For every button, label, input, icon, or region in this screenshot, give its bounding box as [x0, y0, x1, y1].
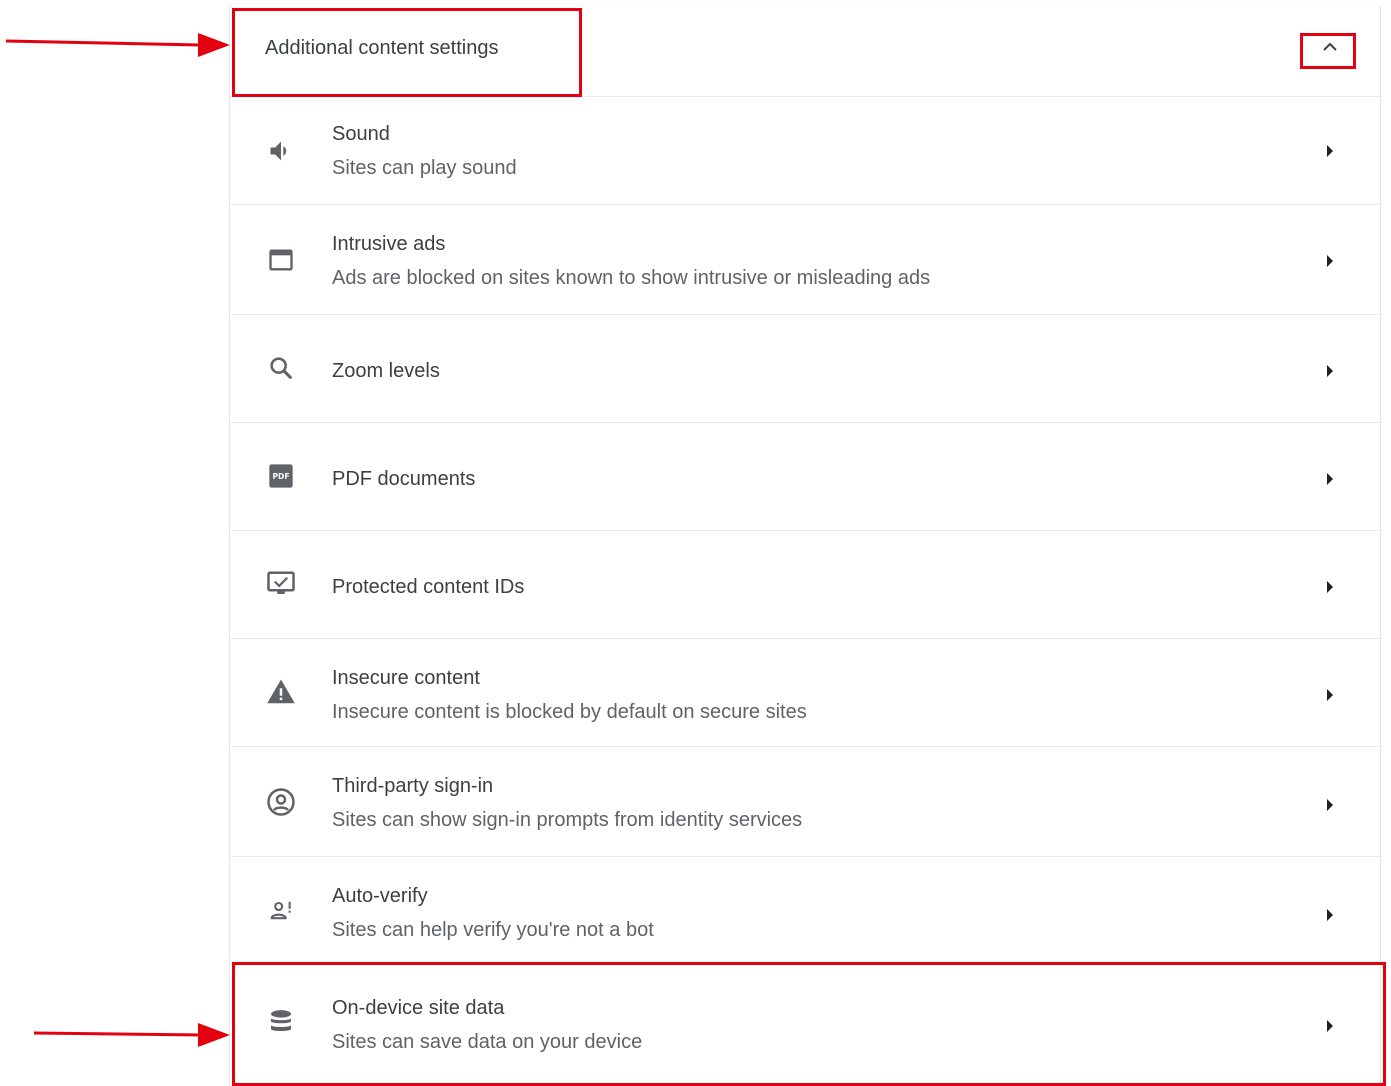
pdf-icon: PDF: [264, 459, 298, 493]
row-zoom-levels[interactable]: Zoom levels: [230, 314, 1380, 423]
row-label: PDF documents: [332, 468, 476, 490]
chevron-right-icon: [1318, 903, 1342, 927]
chevron-up-icon: [1323, 42, 1337, 51]
row-sublabel: Insecure content is blocked by default o…: [332, 701, 807, 723]
speaker-icon: [264, 134, 298, 168]
window-icon: [264, 243, 298, 277]
section-title: Additional content settings: [265, 37, 499, 59]
row-label: On-device site data: [332, 997, 505, 1019]
monitor-check-icon: [264, 567, 298, 601]
arrow-right-icon: [5, 33, 230, 57]
row-on-device-site-data[interactable]: On-device site data Sites can save data …: [230, 964, 1380, 1086]
chevron-right-icon: [1318, 249, 1342, 273]
screenshot-stage: Additional content settings Sound Sites …: [0, 0, 1391, 1086]
svg-text:PDF: PDF: [272, 472, 289, 481]
chevron-right-icon: [1318, 793, 1342, 817]
warning-icon: [264, 675, 298, 709]
row-sublabel: Ads are blocked on sites known to show i…: [332, 267, 931, 289]
row-sound[interactable]: Sound Sites can play sound: [230, 96, 1380, 205]
row-sublabel: Sites can save data on your device: [332, 1031, 643, 1053]
chevron-right-icon: [1318, 1014, 1342, 1038]
account-circle-icon: [264, 785, 298, 819]
row-auto-verify[interactable]: Auto-verify Sites can help verify you're…: [230, 856, 1380, 965]
row-sublabel: Sites can help verify you're not a bot: [332, 919, 654, 941]
row-label: Sound: [332, 123, 390, 145]
person-alert-icon: [264, 893, 298, 927]
chevron-right-icon: [1318, 683, 1342, 707]
row-pdf-documents[interactable]: PDF PDF documents: [230, 422, 1380, 531]
database-icon: [264, 1005, 298, 1039]
row-sublabel: Sites can show sign-in prompts from iden…: [332, 809, 803, 831]
row-sublabel: Sites can play sound: [332, 157, 517, 179]
row-third-party-sign-in[interactable]: Third-party sign-in Sites can show sign-…: [230, 746, 1380, 857]
chevron-right-icon: [1318, 359, 1342, 383]
chevron-right-icon: [1318, 467, 1342, 491]
row-label: Third-party sign-in: [332, 775, 494, 797]
chevron-right-icon: [1318, 575, 1342, 599]
collapse-button[interactable]: [1312, 32, 1348, 62]
chevron-right-icon: [1318, 139, 1342, 163]
row-label: Auto-verify: [332, 885, 428, 907]
row-insecure-content[interactable]: Insecure content Insecure content is blo…: [230, 638, 1380, 747]
content-settings-card: Additional content settings Sound Sites …: [229, 6, 1381, 1086]
row-intrusive-ads[interactable]: Intrusive ads Ads are blocked on sites k…: [230, 204, 1380, 315]
magnifier-icon: [264, 351, 298, 385]
row-label: Zoom levels: [332, 360, 440, 382]
row-protected-content[interactable]: Protected content IDs: [230, 530, 1380, 639]
additional-content-settings-header[interactable]: Additional content settings: [230, 6, 1380, 96]
row-label: Protected content IDs: [332, 576, 525, 598]
row-label: Insecure content: [332, 667, 480, 689]
arrow-right-icon: [33, 1023, 230, 1047]
row-label: Intrusive ads: [332, 233, 446, 255]
